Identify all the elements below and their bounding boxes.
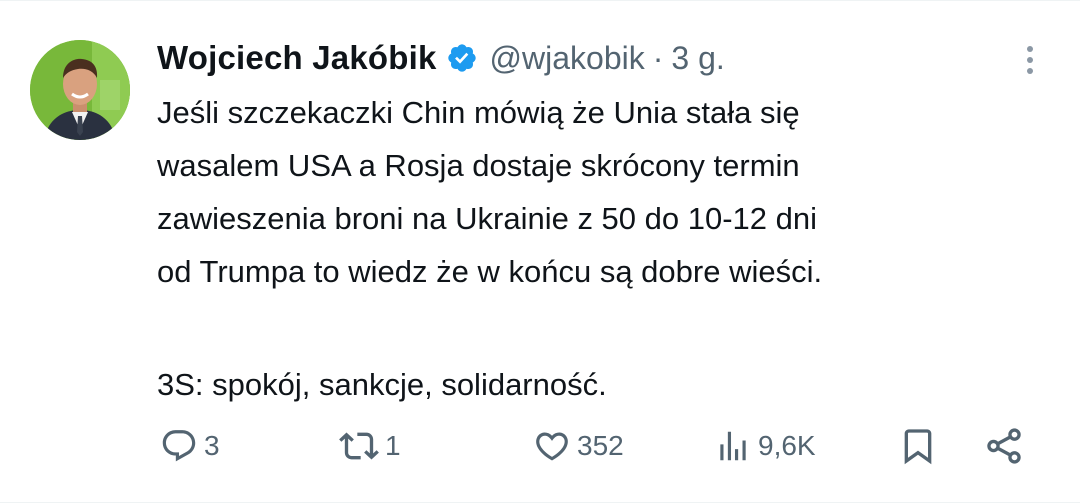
tweet-text-line: wasalem USA a Rosja dostaje skrócony ter… bbox=[157, 148, 800, 183]
retweet-icon bbox=[339, 432, 379, 460]
avatar[interactable] bbox=[30, 40, 130, 140]
tweet-actions-bar: 3 1 352 9,6K bbox=[0, 420, 1080, 472]
retweet-button[interactable]: 1 bbox=[339, 420, 401, 472]
more-options-icon[interactable] bbox=[1015, 40, 1045, 80]
tweet-timestamp[interactable]: 3 g. bbox=[671, 40, 724, 77]
author-display-name[interactable]: Wojciech Jakóbik bbox=[157, 39, 437, 77]
reply-button[interactable]: 3 bbox=[160, 420, 220, 472]
tweet-text-line: Jeśli szczekaczki Chin mówią że Unia sta… bbox=[157, 95, 800, 130]
avatar-photo bbox=[30, 40, 130, 140]
views-button[interactable]: 9,6K bbox=[714, 420, 816, 472]
views-count: 9,6K bbox=[758, 430, 816, 461]
header-separator: · bbox=[652, 39, 664, 76]
bookmark-icon bbox=[904, 429, 932, 465]
bookmark-button[interactable] bbox=[898, 420, 938, 472]
retweet-count: 1 bbox=[385, 430, 401, 461]
share-icon bbox=[987, 428, 1021, 464]
like-count: 352 bbox=[577, 430, 624, 461]
like-button[interactable]: 352 bbox=[533, 420, 624, 472]
heart-icon bbox=[536, 432, 568, 461]
reply-count: 3 bbox=[204, 430, 220, 461]
tweet-text-line: zawieszenia broni na Ukrainie z 50 do 10… bbox=[157, 201, 818, 236]
top-divider bbox=[0, 0, 1080, 1]
views-icon bbox=[720, 431, 746, 461]
tweet-text: Jeśli szczekaczki Chin mówią że Unia sta… bbox=[157, 86, 1057, 411]
verified-badge-icon bbox=[446, 42, 478, 74]
tweet-text-line: 3S: spokój, sankcje, solidarność. bbox=[157, 367, 607, 402]
tweet-header: Wojciech Jakóbik @wjakobik · 3 g. bbox=[157, 36, 725, 80]
tweet-text-line: od Trumpa to wiedz że w końcu są dobre w… bbox=[157, 254, 823, 289]
author-handle[interactable]: @wjakobik bbox=[490, 40, 645, 77]
share-button[interactable] bbox=[983, 420, 1025, 472]
reply-icon bbox=[162, 430, 196, 462]
